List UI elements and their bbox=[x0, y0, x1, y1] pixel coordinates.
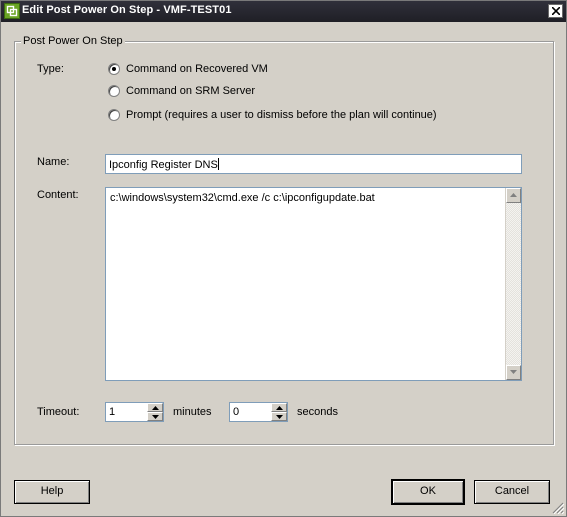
seconds-spinner[interactable]: 0 bbox=[229, 402, 288, 422]
minutes-value: 1 bbox=[109, 406, 116, 418]
type-label: Type: bbox=[37, 63, 64, 75]
radio-button[interactable] bbox=[108, 85, 120, 97]
seconds-increment-button[interactable] bbox=[271, 403, 287, 412]
text-caret bbox=[217, 158, 219, 170]
arrow-down-icon bbox=[510, 370, 517, 374]
radio-command-srm-server[interactable]: Command on SRM Server bbox=[108, 84, 255, 98]
title-bar[interactable]: Edit Post Power On Step - VMF-TEST01 bbox=[1, 1, 566, 22]
scroll-up-button[interactable] bbox=[506, 188, 521, 203]
seconds-value: 0 bbox=[233, 406, 240, 418]
radio-button[interactable] bbox=[108, 109, 120, 121]
minutes-increment-button[interactable] bbox=[147, 403, 163, 412]
name-input[interactable]: Ipconfig Register DNS bbox=[105, 154, 522, 174]
radio-label[interactable]: Prompt (requires a user to dismiss befor… bbox=[126, 109, 437, 121]
vmware-srm-icon bbox=[4, 3, 20, 19]
vertical-scrollbar[interactable] bbox=[505, 188, 521, 380]
arrow-down-icon bbox=[276, 415, 283, 419]
minutes-decrement-button[interactable] bbox=[147, 412, 163, 421]
window-title: Edit Post Power On Step - VMF-TEST01 bbox=[22, 4, 232, 16]
help-button[interactable]: Help bbox=[14, 480, 90, 504]
content-text: c:\windows\system32\cmd.exe /c c:\ipconf… bbox=[110, 192, 375, 204]
scroll-down-button[interactable] bbox=[506, 365, 521, 380]
arrow-up-icon bbox=[276, 406, 283, 410]
arrow-up-icon bbox=[510, 193, 517, 197]
content-label: Content: bbox=[37, 189, 79, 201]
radio-prompt[interactable]: Prompt (requires a user to dismiss befor… bbox=[108, 108, 437, 122]
close-button[interactable] bbox=[548, 4, 563, 18]
minutes-label: minutes bbox=[173, 406, 212, 418]
ok-button[interactable]: OK bbox=[392, 480, 464, 504]
radio-label[interactable]: Command on SRM Server bbox=[126, 85, 255, 97]
name-input-value: Ipconfig Register DNS bbox=[109, 159, 218, 171]
edit-step-dialog: Edit Post Power On Step - VMF-TEST01 Pos… bbox=[0, 0, 567, 517]
cancel-button[interactable]: Cancel bbox=[474, 480, 550, 504]
resize-grip-icon[interactable] bbox=[552, 502, 565, 515]
arrow-down-icon bbox=[152, 415, 159, 419]
minutes-spinner[interactable]: 1 bbox=[105, 402, 164, 422]
radio-button-checked[interactable] bbox=[108, 63, 120, 75]
radio-command-recovered-vm[interactable]: Command on Recovered VM bbox=[108, 62, 268, 76]
timeout-label: Timeout: bbox=[37, 406, 80, 418]
radio-label[interactable]: Command on Recovered VM bbox=[126, 63, 268, 75]
close-icon bbox=[552, 7, 560, 15]
seconds-label: seconds bbox=[297, 406, 338, 418]
content-textarea[interactable]: c:\windows\system32\cmd.exe /c c:\ipconf… bbox=[105, 187, 522, 381]
group-legend: Post Power On Step bbox=[21, 35, 125, 47]
seconds-decrement-button[interactable] bbox=[271, 412, 287, 421]
arrow-up-icon bbox=[152, 406, 159, 410]
name-label: Name: bbox=[37, 156, 70, 168]
